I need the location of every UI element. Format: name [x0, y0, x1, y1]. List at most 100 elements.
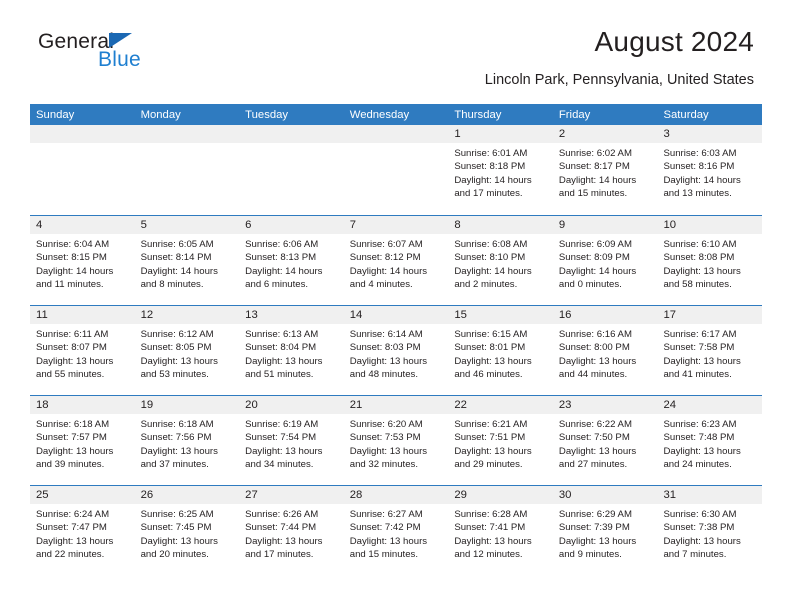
sunrise-text: Sunrise: 6:13 AM	[245, 329, 319, 340]
day-number-band: 15	[448, 306, 553, 324]
calendar-day-cell[interactable]: 24 Sunrise: 6:23 AM Sunset: 7:48 PM Dayligh…	[657, 396, 763, 485]
calendar-day-cell[interactable]: 7 Sunrise: 6:07 AM Sunset: 8:12 PM Daylight…	[343, 216, 449, 305]
calendar-day-cell[interactable]: 20 Sunrise: 6:19 AM Sunset: 7:54 PM Dayligh…	[239, 396, 344, 485]
day-number: 1	[454, 128, 461, 140]
day-number-band: 26	[134, 486, 240, 504]
daylight-text-line1: Daylight: 13 hours	[140, 535, 218, 547]
calendar-day-cell[interactable]: 19 Sunrise: 6:18 AM Sunset: 7:56 PM Dayligh…	[134, 396, 240, 485]
day-number-band: 3	[657, 125, 763, 143]
daylight-text-line2: and 13 minutes.	[663, 188, 732, 200]
calendar-day-cell[interactable]: 27 Sunrise: 6:26 AM Sunset: 7:44 PM Dayligh…	[239, 486, 344, 575]
calendar-day-cell[interactable]: 22 Sunrise: 6:21 AM Sunset: 7:51 PM Dayligh…	[448, 396, 553, 485]
weekday-thursday: Thursday	[454, 108, 502, 121]
calendar-week-row: 11 Sunrise: 6:11 AM Sunset: 8:07 PM Dayligh…	[30, 305, 763, 395]
day-sun-info: Sunrise: 6:20 AM Sunset: 7:53 PM Daylight:…	[344, 414, 449, 472]
day-number-band: 7	[343, 216, 449, 234]
daylight-text-line1: Daylight: 13 hours	[349, 445, 428, 457]
sunrise-text: Sunrise: 6:16 AM	[558, 329, 632, 340]
day-sun-info: Sunrise: 6:02 AM Sunset: 8:17 PM Daylight:…	[553, 143, 658, 201]
sunrise-text: Sunrise: 6:30 AM	[663, 509, 737, 520]
sunset-text: Sunset: 7:58 PM	[663, 342, 735, 354]
daylight-text-line1: Daylight: 13 hours	[663, 265, 741, 277]
calendar-day-cell[interactable]: 21 Sunrise: 6:20 AM Sunset: 7:53 PM Dayligh…	[343, 396, 449, 485]
calendar-day-cell[interactable]: 11 Sunrise: 6:11 AM Sunset: 8:07 PM Dayligh…	[30, 306, 135, 395]
sunset-text: Sunset: 8:15 PM	[36, 252, 107, 264]
day-number: 17	[663, 309, 677, 321]
daylight-text-line1: Daylight: 14 hours	[558, 174, 637, 186]
day-number-band: 16	[552, 306, 658, 324]
sunrise-text: Sunrise: 6:28 AM	[454, 509, 528, 520]
calendar-day-cell[interactable]: 23 Sunrise: 6:22 AM Sunset: 7:50 PM Dayligh…	[552, 396, 658, 485]
sunset-text: Sunset: 8:09 PM	[558, 252, 630, 264]
calendar-day-cell[interactable]: 14 Sunrise: 6:14 AM Sunset: 8:03 PM Dayligh…	[343, 306, 449, 395]
day-sun-info: Sunrise: 6:17 AM Sunset: 7:58 PM Daylight:…	[657, 324, 762, 382]
calendar-day-cell[interactable]: 10 Sunrise: 6:10 AM Sunset: 8:08 PM Dayligh…	[657, 216, 763, 305]
day-number: 5	[140, 219, 147, 231]
daylight-text-line2: and 55 minutes.	[36, 369, 105, 381]
sunrise-text: Sunrise: 6:19 AM	[245, 419, 319, 430]
sunset-text: Sunset: 7:39 PM	[558, 522, 630, 534]
daylight-text-line2: and 24 minutes.	[663, 459, 732, 471]
calendar-day-cell[interactable]: 30 Sunrise: 6:29 AM Sunset: 7:39 PM Dayligh…	[552, 486, 658, 575]
daylight-text-line2: and 17 minutes.	[245, 549, 314, 561]
daylight-text-line2: and 29 minutes.	[454, 459, 523, 471]
calendar-day-cell[interactable]: 4 Sunrise: 6:04 AM Sunset: 8:15 PM Daylight…	[30, 216, 135, 305]
calendar-day-cell[interactable]: 26 Sunrise: 6:25 AM Sunset: 7:45 PM Dayligh…	[134, 486, 240, 575]
day-sun-info: Sunrise: 6:25 AM Sunset: 7:45 PM Daylight:…	[135, 504, 240, 562]
daylight-text-line1: Daylight: 14 hours	[245, 265, 323, 277]
daylight-text-line1: Daylight: 13 hours	[663, 355, 741, 367]
sunrise-text: Sunrise: 6:29 AM	[558, 509, 632, 520]
calendar-day-cell[interactable]: 13 Sunrise: 6:13 AM Sunset: 8:04 PM Dayligh…	[239, 306, 344, 395]
day-number: 23	[558, 399, 572, 411]
calendar-day-cell[interactable]: 16 Sunrise: 6:16 AM Sunset: 8:00 PM Dayligh…	[552, 306, 658, 395]
weekday-wednesday: Wednesday	[349, 108, 410, 121]
day-number: 27	[245, 489, 258, 501]
calendar-day-cell-empty	[30, 125, 135, 215]
sunrise-text: Sunrise: 6:08 AM	[454, 239, 528, 250]
day-number-band: 20	[239, 396, 344, 414]
day-number: 20	[245, 399, 258, 411]
calendar-day-cell[interactable]: 17 Sunrise: 6:17 AM Sunset: 7:58 PM Dayligh…	[657, 306, 763, 395]
calendar-day-cell[interactable]: 31 Sunrise: 6:30 AM Sunset: 7:38 PM Dayligh…	[657, 486, 763, 575]
calendar-day-cell[interactable]: 9 Sunrise: 6:09 AM Sunset: 8:09 PM Daylight…	[552, 216, 658, 305]
calendar-day-cell[interactable]: 28 Sunrise: 6:27 AM Sunset: 7:42 PM Dayligh…	[343, 486, 449, 575]
daylight-text-line1: Daylight: 13 hours	[245, 355, 323, 367]
sunrise-text: Sunrise: 6:09 AM	[558, 239, 632, 250]
sunset-text: Sunset: 8:14 PM	[140, 252, 212, 264]
day-number: 16	[558, 309, 572, 321]
sunset-text: Sunset: 8:00 PM	[558, 342, 630, 354]
daylight-text-line1: Daylight: 14 hours	[140, 265, 218, 277]
calendar-day-cell[interactable]: 3 Sunrise: 6:03 AM Sunset: 8:16 PM Daylight…	[657, 125, 763, 215]
daylight-text-line2: and 8 minutes.	[140, 279, 204, 291]
general-blue-logo[interactable]: General Blue	[38, 30, 238, 78]
day-sun-info: Sunrise: 6:19 AM Sunset: 7:54 PM Daylight:…	[239, 414, 344, 472]
day-sun-info: Sunrise: 6:28 AM Sunset: 7:41 PM Daylight:…	[448, 504, 553, 562]
calendar-day-cell[interactable]: 1 Sunrise: 6:01 AM Sunset: 8:18 PM Daylight…	[448, 125, 553, 215]
daylight-text-line1: Daylight: 13 hours	[349, 355, 428, 367]
calendar-day-cell[interactable]: 25 Sunrise: 6:24 AM Sunset: 7:47 PM Dayligh…	[30, 486, 135, 575]
day-sun-info: Sunrise: 6:23 AM Sunset: 7:48 PM Daylight:…	[657, 414, 762, 472]
daylight-text-line1: Daylight: 13 hours	[36, 355, 114, 367]
sunrise-text: Sunrise: 6:25 AM	[140, 509, 214, 520]
calendar-day-cell[interactable]: 2 Sunrise: 6:02 AM Sunset: 8:17 PM Daylight…	[552, 125, 658, 215]
day-number-band: 14	[343, 306, 449, 324]
day-sun-info: Sunrise: 6:26 AM Sunset: 7:44 PM Daylight:…	[239, 504, 344, 562]
page-title: August 2024	[594, 26, 754, 57]
day-number: 12	[140, 309, 154, 321]
daylight-text-line2: and 0 minutes.	[558, 279, 622, 291]
calendar-day-cell[interactable]: 5 Sunrise: 6:05 AM Sunset: 8:14 PM Daylight…	[134, 216, 240, 305]
day-number-band: 5	[134, 216, 240, 234]
day-number: 29	[454, 489, 467, 501]
day-sun-info: Sunrise: 6:27 AM Sunset: 7:42 PM Daylight:…	[344, 504, 449, 562]
calendar-day-cell[interactable]: 12 Sunrise: 6:12 AM Sunset: 8:05 PM Dayligh…	[134, 306, 240, 395]
sunrise-text: Sunrise: 6:07 AM	[349, 239, 423, 250]
weekday-saturday: Saturday	[663, 108, 709, 121]
calendar-day-cell[interactable]: 15 Sunrise: 6:15 AM Sunset: 8:01 PM Dayligh…	[448, 306, 553, 395]
day-sun-info: Sunrise: 6:21 AM Sunset: 7:51 PM Daylight:…	[448, 414, 553, 472]
calendar-weeks: 1 Sunrise: 6:01 AM Sunset: 8:18 PM Daylight…	[30, 125, 763, 575]
calendar-day-cell[interactable]: 8 Sunrise: 6:08 AM Sunset: 8:10 PM Daylight…	[448, 216, 553, 305]
day-number: 10	[663, 219, 677, 231]
calendar-day-cell[interactable]: 29 Sunrise: 6:28 AM Sunset: 7:41 PM Dayligh…	[448, 486, 553, 575]
calendar-day-cell[interactable]: 18 Sunrise: 6:18 AM Sunset: 7:57 PM Dayligh…	[30, 396, 135, 485]
calendar-day-cell[interactable]: 6 Sunrise: 6:06 AM Sunset: 8:13 PM Daylight…	[239, 216, 344, 305]
